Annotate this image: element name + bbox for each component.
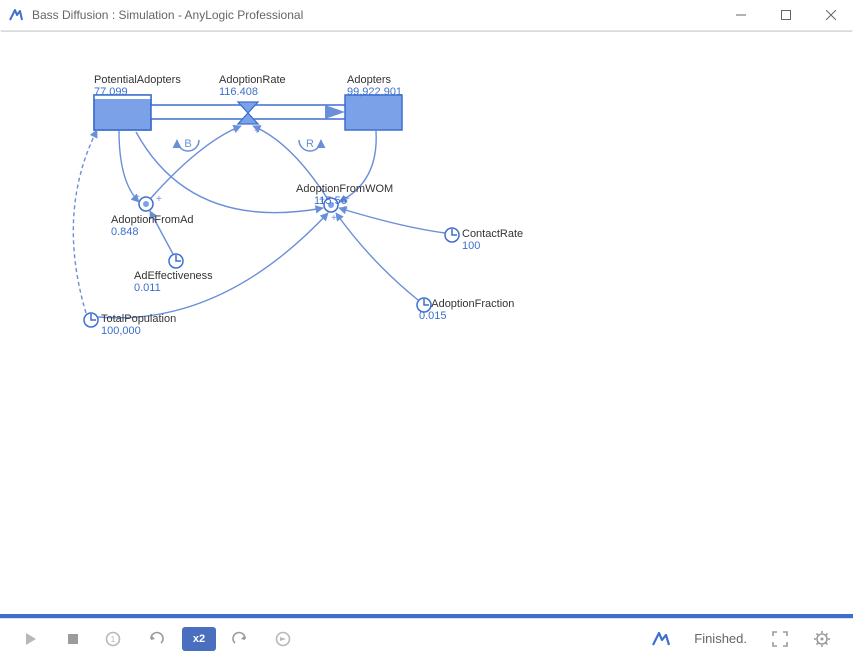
sim-toolbar: 1 x2 Finished. bbox=[0, 618, 853, 656]
aux-contact-rate[interactable] bbox=[445, 228, 459, 242]
flow-adoption-rate[interactable] bbox=[151, 102, 345, 124]
sim-status: Finished. bbox=[694, 631, 747, 646]
label-total-population: TotalPopulation 100,000 bbox=[101, 313, 176, 337]
window-controls bbox=[718, 0, 853, 30]
svg-text:R: R bbox=[306, 138, 314, 150]
label-adoption-from-wom: AdoptionFromWOM 115.56 bbox=[296, 183, 393, 207]
loop-reinforcing: R bbox=[299, 138, 321, 151]
aux-ad-effectiveness[interactable] bbox=[169, 254, 183, 268]
play-button[interactable] bbox=[14, 627, 48, 651]
svg-text:1: 1 bbox=[111, 635, 116, 644]
fullscreen-button[interactable] bbox=[763, 627, 797, 651]
aux-adoption-from-ad[interactable] bbox=[139, 197, 153, 211]
speed-up-button[interactable] bbox=[224, 627, 258, 651]
svg-text:+: + bbox=[331, 213, 337, 224]
label-adoption-rate: AdoptionRate 116.408 bbox=[219, 74, 286, 98]
label-adopters: Adopters 99,922.901 bbox=[347, 74, 402, 98]
stop-button[interactable] bbox=[56, 627, 90, 651]
slow-down-button[interactable] bbox=[140, 627, 174, 651]
titlebar: Bass Diffusion : Simulation - AnyLogic P… bbox=[0, 0, 853, 31]
settings-button[interactable] bbox=[805, 627, 839, 651]
loop-balancing: B bbox=[177, 138, 199, 151]
speed-x1-button[interactable]: 1 bbox=[98, 627, 132, 651]
app-icon bbox=[8, 7, 24, 23]
label-contact-rate: ContactRate 100 bbox=[462, 228, 523, 252]
maximize-button[interactable] bbox=[763, 0, 808, 30]
aux-total-population[interactable] bbox=[84, 313, 98, 327]
label-adoption-from-ad: AdoptionFromAd 0.848 bbox=[111, 214, 194, 238]
minimize-button[interactable] bbox=[718, 0, 763, 30]
progress-bar[interactable] bbox=[0, 614, 853, 618]
svg-text:B: B bbox=[184, 138, 191, 150]
window-title: Bass Diffusion : Simulation - AnyLogic P… bbox=[32, 8, 718, 22]
simulation-canvas[interactable]: B R bbox=[1, 31, 852, 614]
stock-adopters[interactable] bbox=[345, 95, 402, 130]
label-ad-effectiveness: AdEffectiveness 0.011 bbox=[134, 270, 213, 294]
stock-potential-adopters[interactable] bbox=[94, 95, 151, 130]
realtime-button[interactable] bbox=[266, 627, 300, 651]
progress-fill bbox=[0, 614, 853, 618]
speed-indicator[interactable]: x2 bbox=[182, 627, 216, 651]
label-potential-adopters: PotentialAdopters 77.099 bbox=[94, 74, 181, 98]
svg-text:+: + bbox=[156, 194, 162, 205]
anylogic-logo-icon[interactable] bbox=[644, 627, 678, 651]
close-button[interactable] bbox=[808, 0, 853, 30]
label-adoption-fraction: AdoptionFraction 0.015 bbox=[419, 298, 514, 322]
